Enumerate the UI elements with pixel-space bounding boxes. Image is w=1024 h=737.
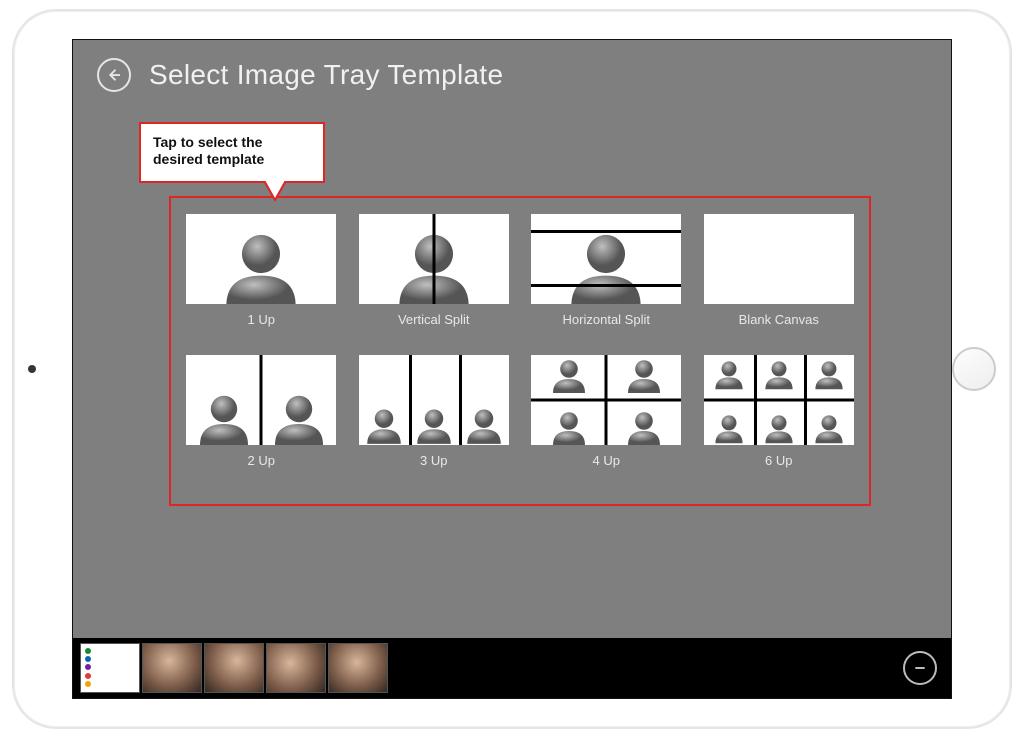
vertical-divider <box>409 355 412 445</box>
color-dot-icon <box>85 648 91 654</box>
vertical-divider <box>260 355 263 445</box>
person-silhouette-icon <box>216 228 306 304</box>
screen: Select Image Tray Template Tap to select… <box>72 39 952 699</box>
template-3-up-thumb <box>359 355 509 445</box>
template-label: Horizontal Split <box>563 312 650 327</box>
person-silhouette-icon <box>413 403 455 445</box>
person-silhouette-icon <box>762 355 796 393</box>
horizontal-divider <box>531 230 681 233</box>
device-home-button[interactable] <box>952 347 996 391</box>
template-label: 2 Up <box>248 453 275 468</box>
template-label: 1 Up <box>248 312 275 327</box>
tray-color-card[interactable] <box>80 643 140 693</box>
instruction-callout-text: Tap to select the desired template <box>153 134 264 168</box>
tray-photo-thumb[interactable] <box>328 643 388 693</box>
template-label: 4 Up <box>593 453 620 468</box>
template-6-up-thumb <box>704 355 854 445</box>
person-silhouette-icon <box>812 409 846 445</box>
template-label: 3 Up <box>420 453 447 468</box>
header: Select Image Tray Template <box>73 40 951 98</box>
template-label: 6 Up <box>765 453 792 468</box>
page-title: Select Image Tray Template <box>149 59 503 91</box>
image-tray <box>73 638 951 698</box>
color-dot-icon <box>85 681 91 687</box>
arrow-left-icon <box>105 66 123 84</box>
photo-placeholder-icon <box>267 644 325 692</box>
person-silhouette-icon <box>624 407 664 445</box>
color-dot-icon <box>85 673 91 679</box>
device-camera <box>28 365 36 373</box>
template-4-up[interactable]: 4 Up <box>530 355 683 468</box>
vertical-divider <box>432 214 435 304</box>
person-silhouette-icon <box>549 355 589 395</box>
template-2-up-thumb <box>186 355 336 445</box>
photo-placeholder-icon <box>143 644 201 692</box>
template-1-up-thumb <box>186 214 336 304</box>
minus-icon <box>912 660 928 676</box>
tray-photo-thumb[interactable] <box>204 643 264 693</box>
tray-photo-thumb[interactable] <box>266 643 326 693</box>
template-blank-canvas[interactable]: Blank Canvas <box>703 214 856 327</box>
person-silhouette-icon <box>712 409 746 445</box>
horizontal-divider <box>704 398 854 401</box>
person-silhouette-icon <box>624 355 664 395</box>
template-selection-area: 1 Up <box>169 196 871 506</box>
tray-photo-thumb[interactable] <box>142 643 202 693</box>
person-silhouette-icon <box>762 409 796 445</box>
template-label: Blank Canvas <box>739 312 819 327</box>
template-vertical-split-thumb <box>359 214 509 304</box>
horizontal-divider <box>531 284 681 287</box>
tray-remove-button[interactable] <box>903 651 937 685</box>
person-silhouette-icon <box>549 407 589 445</box>
photo-placeholder-icon <box>205 644 263 692</box>
template-blank-canvas-thumb <box>704 214 854 304</box>
person-silhouette-icon <box>194 389 254 445</box>
template-6-up[interactable]: 6 Up <box>703 355 856 468</box>
template-label: Vertical Split <box>398 312 470 327</box>
person-silhouette-icon <box>269 389 329 445</box>
template-2-up[interactable]: 2 Up <box>185 355 338 468</box>
person-silhouette-icon <box>363 403 405 445</box>
template-3-up[interactable]: 3 Up <box>358 355 511 468</box>
template-horizontal-split-thumb <box>531 214 681 304</box>
template-4-up-thumb <box>531 355 681 445</box>
back-button[interactable] <box>97 58 131 92</box>
horizontal-divider <box>531 398 681 401</box>
device-frame: Select Image Tray Template Tap to select… <box>12 9 1012 729</box>
template-horizontal-split[interactable]: Horizontal Split <box>530 214 683 327</box>
color-dot-icon <box>85 656 91 662</box>
template-grid: 1 Up <box>185 214 855 468</box>
vertical-divider <box>459 355 462 445</box>
instruction-callout: Tap to select the desired template <box>139 122 325 183</box>
template-vertical-split[interactable]: Vertical Split <box>358 214 511 327</box>
color-dot-icon <box>85 664 91 670</box>
person-silhouette-icon <box>712 355 746 393</box>
template-1-up[interactable]: 1 Up <box>185 214 338 327</box>
person-silhouette-icon <box>463 403 505 445</box>
app-content: Select Image Tray Template Tap to select… <box>73 40 951 638</box>
person-silhouette-icon <box>812 355 846 393</box>
person-silhouette-icon <box>561 228 651 304</box>
photo-placeholder-icon <box>329 644 387 692</box>
